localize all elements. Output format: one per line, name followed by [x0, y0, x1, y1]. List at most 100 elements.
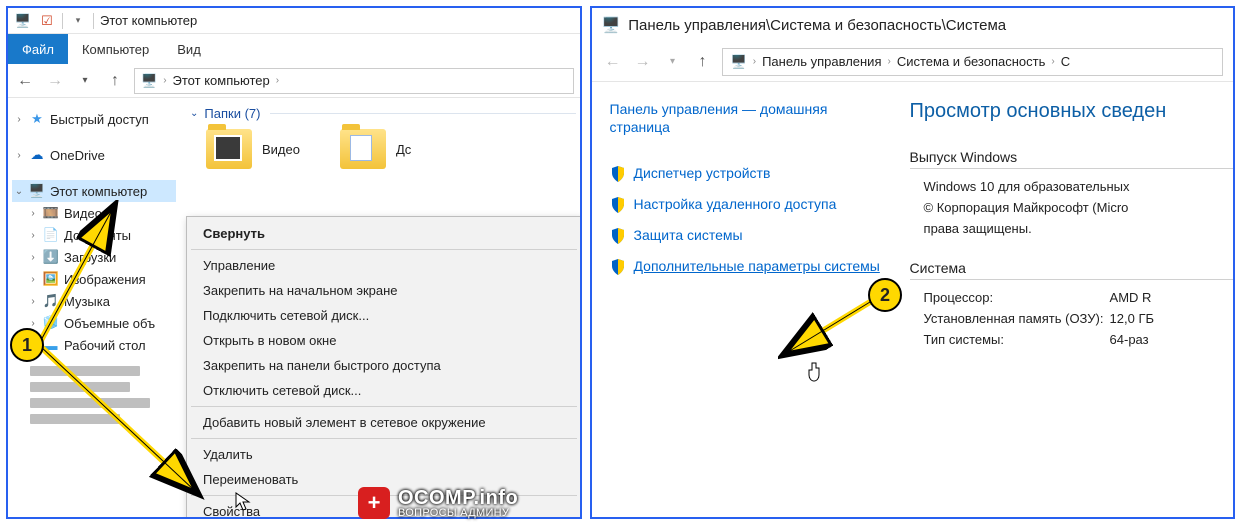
nav-history-icon[interactable]: ▾ — [662, 51, 684, 73]
ribbon-tab-file[interactable]: Файл — [8, 34, 68, 64]
document-icon: 📄 — [43, 227, 59, 243]
ribbon-tab-computer[interactable]: Компьютер — [68, 34, 163, 64]
chevron-right-icon: › — [888, 56, 891, 67]
nav-up-icon[interactable]: ↑ — [104, 70, 126, 92]
address-bar[interactable]: 🖥️ › Панель управления › Система и безоп… — [722, 48, 1223, 76]
ctx-collapse[interactable]: Свернуть — [187, 221, 581, 246]
ctx-pin-quick-access[interactable]: Закрепить на панели быстрого доступа — [187, 353, 581, 378]
chevron-right-icon[interactable]: › — [14, 150, 24, 161]
crumb-system-security[interactable]: Система и безопасность — [897, 54, 1046, 69]
cursor-icon — [806, 362, 822, 382]
system-window: 🖥️ Панель управления\Система и безопасно… — [590, 6, 1235, 519]
chevron-down-icon[interactable]: ⌄ — [14, 186, 24, 197]
pc-icon: 🖥️ — [141, 73, 157, 89]
nav-back-icon[interactable]: ← — [602, 51, 624, 73]
section-windows-edition: Выпуск Windows — [910, 149, 1233, 169]
annotation-badge-2: 2 — [868, 278, 902, 312]
tree-pictures[interactable]: › 🖼️ Изображения — [12, 268, 176, 290]
value-ram: 12,0 ГБ — [1110, 311, 1233, 326]
link-device-manager[interactable]: Диспетчер устройств — [610, 164, 890, 183]
ctx-disconnect-network-drive[interactable]: Отключить сетевой диск... — [187, 378, 581, 403]
pc-icon: 🖥️ — [29, 183, 45, 199]
crumb-control-panel[interactable]: Панель управления — [762, 54, 881, 69]
checkbox-icon: ☑ — [38, 12, 56, 30]
ctx-add-network-location[interactable]: Добавить новый элемент в сетевое окружен… — [187, 410, 581, 435]
link-remote-settings[interactable]: Настройка удаленного доступа — [610, 195, 890, 214]
tree-music[interactable]: › 🎵 Музыка — [12, 290, 176, 312]
address-bar[interactable]: 🖥️ › Этот компьютер › — [134, 68, 574, 94]
ribbon: Файл Компьютер Вид — [8, 34, 580, 64]
chevron-right-icon[interactable]: › — [28, 318, 38, 329]
chevron-right-icon: › — [1051, 56, 1054, 67]
chevron-right-icon: › — [753, 56, 756, 67]
cp-sidebar: Панель управления — домашняя страница Ди… — [610, 100, 890, 371]
quick-access-toolbar: 🖥️ ☑ ▾ Этот компьютер — [8, 8, 580, 34]
dropdown-icon[interactable]: ▾ — [69, 12, 87, 30]
cloud-icon: ☁ — [29, 147, 45, 163]
pictures-icon: 🖼️ — [43, 271, 59, 287]
cursor-icon — [235, 492, 251, 512]
annotation-badge-1: 1 — [10, 328, 44, 362]
cube-icon: 🧊 — [43, 315, 59, 331]
ribbon-tab-view[interactable]: Вид — [163, 34, 215, 64]
pc-icon: 🖥️ — [14, 12, 32, 30]
nav-forward-icon[interactable]: → — [632, 51, 654, 73]
value-system-type: 64-раз — [1110, 332, 1233, 347]
tree-this-pc[interactable]: ⌄ 🖥️ Этот компьютер — [12, 180, 176, 202]
label-processor: Процессор: — [910, 290, 1110, 305]
shield-icon — [610, 197, 626, 213]
blurred-item — [30, 382, 130, 392]
ctx-manage[interactable]: Управление — [187, 253, 581, 278]
tree-downloads[interactable]: › ⬇️ Загрузки — [12, 246, 176, 268]
chevron-down-icon[interactable]: ⌄ — [190, 108, 198, 119]
blurred-item — [30, 398, 150, 408]
section-system: Система — [910, 260, 1233, 280]
star-icon: ★ — [29, 111, 45, 127]
blurred-item — [30, 414, 120, 424]
folder-documents[interactable]: Дс — [340, 129, 411, 169]
nav-history-icon[interactable]: ▾ — [74, 70, 96, 92]
link-advanced-system-settings[interactable]: Дополнительные параметры системы — [610, 257, 890, 276]
plus-icon: + — [358, 487, 390, 519]
folder-icon — [340, 129, 386, 169]
shield-icon — [610, 166, 626, 182]
label-ram: Установленная память (ОЗУ): — [910, 311, 1110, 326]
chevron-right-icon[interactable]: › — [28, 296, 38, 307]
edition-value: Windows 10 для образовательных — [910, 179, 1130, 194]
folder-icon — [206, 129, 252, 169]
watermark-subtitle: ВОПРОСЫ АДМИНУ — [398, 507, 518, 519]
chevron-right-icon[interactable]: › — [14, 114, 24, 125]
cp-main: Просмотр основных сведен Выпуск Windows … — [910, 100, 1233, 371]
nav-back-icon[interactable]: ← — [14, 70, 36, 92]
chevron-right-icon[interactable]: › — [28, 252, 38, 263]
chevron-right-icon[interactable]: › — [28, 230, 38, 241]
shield-icon — [610, 259, 626, 275]
download-icon: ⬇️ — [43, 249, 59, 265]
video-icon: 🎞️ — [43, 205, 59, 221]
ctx-pin-start[interactable]: Закрепить на начальном экране — [187, 278, 581, 303]
folder-videos[interactable]: Видео — [206, 129, 300, 169]
chevron-right-icon: › — [276, 75, 279, 86]
cp-home-link[interactable]: Панель управления — домашняя страница — [610, 100, 890, 136]
nav-up-icon[interactable]: ↑ — [692, 51, 714, 73]
chevron-right-icon[interactable]: › — [28, 274, 38, 285]
ctx-open-new-window[interactable]: Открыть в новом окне — [187, 328, 581, 353]
tree-quick-access[interactable]: › ★ Быстрый доступ — [12, 108, 176, 130]
chevron-right-icon[interactable]: › — [28, 208, 38, 219]
address-text: Этот компьютер — [173, 73, 270, 88]
pc-icon: 🖥️ — [731, 54, 747, 70]
tree-onedrive[interactable]: › ☁ OneDrive — [12, 144, 176, 166]
nav-forward-icon[interactable]: → — [44, 70, 66, 92]
ctx-map-network-drive[interactable]: Подключить сетевой диск... — [187, 303, 581, 328]
crumb-system[interactable]: С — [1061, 54, 1070, 69]
ctx-delete[interactable]: Удалить — [187, 442, 581, 467]
nav-tree: › ★ Быстрый доступ › ☁ OneDrive ⌄ 🖥️ Это… — [8, 98, 180, 518]
context-menu: Свернуть Управление Закрепить на начальн… — [186, 216, 582, 519]
group-header-folders[interactable]: ⌄ Папки (7) — [184, 106, 576, 121]
tree-documents[interactable]: › 📄 Документы — [12, 224, 176, 246]
tree-videos[interactable]: › 🎞️ Видео — [12, 202, 176, 224]
desktop-icon: ▬ — [43, 337, 59, 353]
music-icon: 🎵 — [43, 293, 59, 309]
page-title: Просмотр основных сведен — [910, 100, 1233, 123]
link-system-protection[interactable]: Защита системы — [610, 226, 890, 245]
